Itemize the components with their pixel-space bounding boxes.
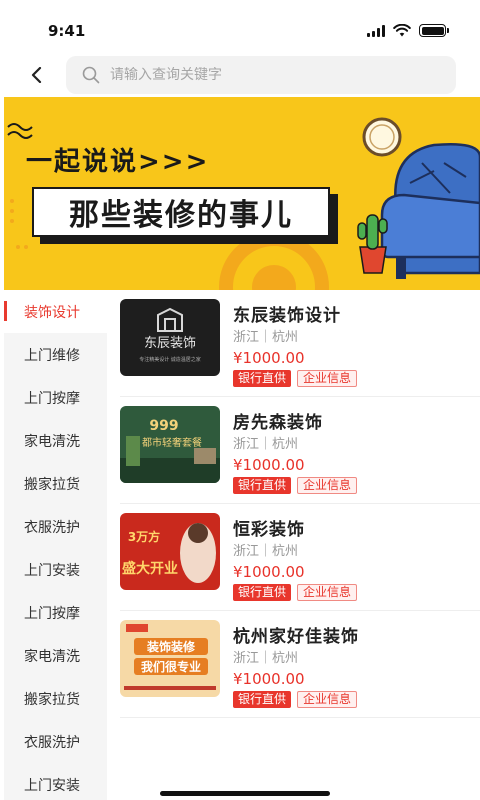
store-name: 恒彩装饰 [233, 520, 305, 540]
store-location: 浙江｜杭州 [233, 544, 299, 559]
store-price: ¥1000.00 [233, 670, 305, 688]
list-item[interactable]: 装饰装修 我们很专业 杭州家好佳装饰 浙江｜杭州 ¥1000.00 银行直供 企… [120, 611, 480, 718]
store-price: ¥1000.00 [233, 456, 305, 474]
store-thumbnail: 999 都市轻奢套餐 [120, 406, 220, 483]
sidebar-item-home-installation[interactable]: 上门安装 [4, 548, 107, 591]
banner-subheadline: 那些装修的事儿 [69, 198, 293, 233]
store-thumbnail: 装饰装修 我们很专业 [120, 620, 220, 697]
back-button[interactable] [24, 62, 50, 88]
signal-icon [367, 24, 385, 37]
thumb-subtitle: 盛大开业 [122, 560, 178, 577]
search-input[interactable] [110, 67, 430, 83]
sidebar-item-home-massage-2[interactable]: 上门按摩 [4, 591, 107, 634]
search-header [0, 50, 480, 98]
thumb-title: 3万方 [128, 529, 160, 544]
wifi-icon [393, 24, 411, 37]
bank-direct-badge: 银行直供 [233, 477, 292, 494]
store-price: ¥1000.00 [233, 349, 305, 367]
store-name: 房先森装饰 [233, 413, 323, 433]
store-price: ¥1000.00 [233, 563, 305, 581]
sidebar-item-decoration-design[interactable]: 装饰设计 [4, 290, 107, 333]
company-info-button[interactable]: 企业信息 [297, 477, 358, 494]
list-item[interactable]: 999 都市轻奢套餐 房先森装饰 浙江｜杭州 ¥1000.00 银行直供 企业信… [120, 397, 480, 504]
banner-subheadline-box: 那些装修的事儿 [32, 187, 330, 237]
sidebar-item-home-massage[interactable]: 上门按摩 [4, 376, 107, 419]
category-sidebar: 装饰设计 上门维修 上门按摩 家电清洗 搬家拉货 衣服洗护 上门安装 上门按摩 … [4, 290, 107, 800]
store-thumbnail: 东辰装饰 专注精美设计 诚造温居之家 [120, 299, 220, 376]
status-time: 9:41 [48, 22, 86, 40]
store-name: 杭州家好佳装饰 [233, 627, 359, 647]
thumb-subtitle: 我们很专业 [141, 659, 201, 674]
thumb-title: 东辰装饰 [144, 336, 196, 351]
bank-direct-badge: 银行直供 [233, 691, 292, 708]
sidebar-item-laundry-2[interactable]: 衣服洗护 [4, 720, 107, 763]
battery-icon [419, 24, 449, 37]
banner-headline: 一起说说>>> [26, 147, 210, 177]
sidebar-item-appliance-cleaning-2[interactable]: 家电清洗 [4, 634, 107, 677]
store-name: 东辰装饰设计 [233, 306, 341, 326]
search-box[interactable] [66, 56, 456, 94]
sidebar-item-home-installation-2[interactable]: 上门安装 [4, 763, 107, 800]
thumb-subtitle: 都市轻奢套餐 [142, 436, 202, 449]
sidebar-item-home-repair[interactable]: 上门维修 [4, 333, 107, 376]
store-location: 浙江｜杭州 [233, 437, 299, 452]
sidebar-item-appliance-cleaning[interactable]: 家电清洗 [4, 419, 107, 462]
promo-banner[interactable]: 一起说说>>> 那些装修的事儿 [4, 97, 480, 290]
thumb-subtitle: 专注精美设计 诚造温居之家 [139, 356, 201, 363]
store-location: 浙江｜杭州 [233, 330, 299, 345]
company-info-button[interactable]: 企业信息 [297, 370, 358, 387]
company-info-button[interactable]: 企业信息 [297, 691, 358, 708]
store-tags: 银行直供 企业信息 [233, 691, 358, 708]
store-tags: 银行直供 企业信息 [233, 370, 358, 387]
store-location: 浙江｜杭州 [233, 651, 299, 666]
sidebar-item-laundry[interactable]: 衣服洗护 [4, 505, 107, 548]
chevron-left-icon [31, 67, 42, 83]
status-icons [367, 24, 449, 37]
status-bar: 9:41 [0, 0, 480, 50]
store-list: 东辰装饰 专注精美设计 诚造温居之家 东辰装饰设计 浙江｜杭州 ¥1000.00… [107, 290, 480, 800]
company-info-button[interactable]: 企业信息 [297, 584, 358, 601]
sidebar-item-moving-2[interactable]: 搬家拉货 [4, 677, 107, 720]
home-indicator[interactable] [160, 791, 330, 796]
store-tags: 银行直供 企业信息 [233, 477, 358, 494]
bank-direct-badge: 银行直供 [233, 370, 292, 387]
thumb-title: 999 [149, 418, 178, 434]
thumb-title: 装饰装修 [146, 639, 196, 654]
search-icon [82, 66, 100, 84]
bank-direct-badge: 银行直供 [233, 584, 292, 601]
store-tags: 银行直供 企业信息 [233, 584, 358, 601]
sidebar-item-moving[interactable]: 搬家拉货 [4, 462, 107, 505]
store-thumbnail: 3万方 盛大开业 [120, 513, 220, 590]
list-item[interactable]: 3万方 盛大开业 恒彩装饰 浙江｜杭州 ¥1000.00 银行直供 企业信息 [120, 504, 480, 611]
list-item[interactable]: 东辰装饰 专注精美设计 诚造温居之家 东辰装饰设计 浙江｜杭州 ¥1000.00… [120, 290, 480, 397]
